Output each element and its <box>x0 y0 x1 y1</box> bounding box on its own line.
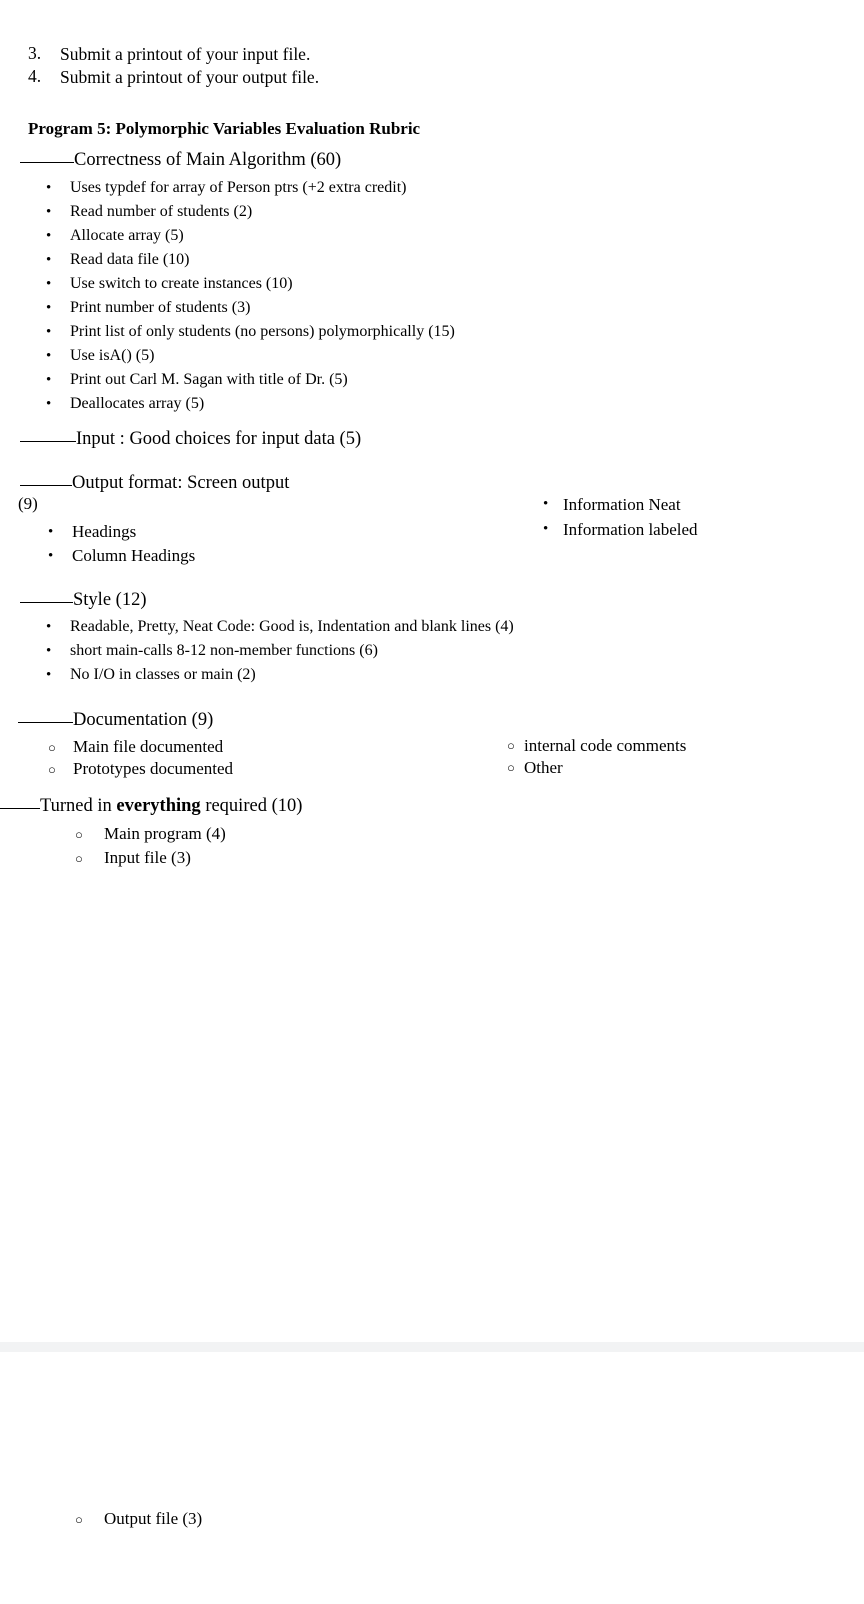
bullet-icon: • <box>46 396 52 412</box>
section-heading-output-format: Output format: Screen output <box>20 471 289 495</box>
score-blank-output-format[interactable] <box>20 471 72 486</box>
section-heading-turned-in-before: Turned in <box>40 796 117 816</box>
bullet-item: Use switch to create instances (10) <box>70 275 293 292</box>
numbered-item-text: Submit a printout of your input file. <box>60 44 311 64</box>
score-blank-correctness[interactable] <box>20 148 74 163</box>
bullet-icon: • <box>46 667 52 683</box>
bullet-item: Print list of only students (no persons)… <box>70 323 455 340</box>
document-page-two: ○ Output file (3) <box>0 1352 864 1604</box>
bullet-icon: • <box>46 204 52 220</box>
score-blank-turned-in[interactable] <box>0 794 40 809</box>
bullet-icon: • <box>48 524 54 540</box>
bullet-item: Column Headings <box>72 546 196 565</box>
numbered-item-marker: 3. <box>28 43 42 63</box>
section-heading-turned-in: Turned in everything required (10) <box>0 794 302 818</box>
bullet-item: Allocate array (5) <box>70 227 184 244</box>
bullet-item: Read number of students (2) <box>70 203 253 220</box>
section-heading-output-format-label: Output format: Screen output <box>72 473 290 493</box>
bullet-item: Prototypes documented <box>73 759 234 778</box>
bullet-icon: • <box>46 180 52 196</box>
bullet-item: Main file documented <box>73 737 224 756</box>
score-blank-documentation[interactable] <box>18 708 73 723</box>
section-heading-correctness-label: Correctness of Main Algorithm (60) <box>74 150 342 170</box>
bullet-item: Headings <box>72 522 137 541</box>
bullet-item: Information Neat <box>563 495 681 514</box>
score-blank-style[interactable] <box>20 588 73 603</box>
bullet-item: Other <box>524 758 563 777</box>
hollow-bullet-icon: ○ <box>75 1512 83 1527</box>
bullet-item: Uses typdef for array of Person ptrs (+2… <box>70 179 407 196</box>
bullet-item: Information labeled <box>563 520 698 539</box>
section-heading-turned-in-emphasis: everything <box>116 796 201 816</box>
bullet-icon: • <box>46 372 52 388</box>
bullet-icon: • <box>46 252 52 268</box>
bullet-item: Output file (3) <box>104 1509 203 1528</box>
bullet-item: short main-calls 8-12 non-member functio… <box>70 642 378 659</box>
section-heading-style: Style (12) <box>20 588 146 612</box>
hollow-bullet-icon: ○ <box>48 740 56 755</box>
section-heading-input: Input : Good choices for input data (5) <box>20 427 361 451</box>
bullet-item: Main program (4) <box>104 824 226 843</box>
score-blank-input[interactable] <box>20 427 76 442</box>
bullet-icon: • <box>46 300 52 316</box>
section-heading-input-label: Input : Good choices for input data (5) <box>76 429 362 449</box>
bullet-icon: • <box>46 276 52 292</box>
section-heading-documentation: Documentation (9) <box>18 708 213 732</box>
output-format-score: (9) <box>18 494 38 513</box>
numbered-item-marker: 4. <box>28 66 42 86</box>
bullet-item: Input file (3) <box>104 848 191 867</box>
hollow-bullet-icon: ○ <box>75 827 83 842</box>
bullet-icon: • <box>46 643 52 659</box>
bullet-item: Readable, Pretty, Neat Code: Good is, In… <box>70 618 514 635</box>
page-break-separator <box>0 1342 864 1352</box>
hollow-bullet-icon: ○ <box>48 762 56 777</box>
bullet-item: internal code comments <box>524 736 687 755</box>
bullet-item: Read data file (10) <box>70 251 190 268</box>
bullet-icon: • <box>46 324 52 340</box>
bullet-icon: • <box>46 228 52 244</box>
bullet-item: Print out Carl M. Sagan with title of Dr… <box>70 371 348 388</box>
rubric-title: Program 5: Polymorphic Variables Evaluat… <box>28 119 421 138</box>
hollow-bullet-icon: ○ <box>507 738 515 753</box>
bullet-item: Deallocates array (5) <box>70 395 205 412</box>
numbered-item-text: Submit a printout of your output file. <box>60 67 320 87</box>
bullet-icon: • <box>543 521 549 537</box>
hollow-bullet-icon: ○ <box>75 851 83 866</box>
section-heading-turned-in-after: required (10) <box>200 796 303 816</box>
document-page-one: 3. Submit a printout of your input file.… <box>0 0 864 1342</box>
section-heading-documentation-label: Documentation (9) <box>73 710 214 730</box>
bullet-item: No I/O in classes or main (2) <box>70 666 256 683</box>
section-heading-correctness: Correctness of Main Algorithm (60) <box>20 148 341 172</box>
bullet-icon: • <box>46 619 52 635</box>
bullet-icon: • <box>46 348 52 364</box>
bullet-item: Use isA() (5) <box>70 347 155 364</box>
bullet-item: Print number of students (3) <box>70 299 251 316</box>
section-heading-style-label: Style (12) <box>73 590 147 610</box>
bullet-icon: • <box>543 496 549 512</box>
bullet-icon: • <box>48 548 54 564</box>
hollow-bullet-icon: ○ <box>507 760 515 775</box>
